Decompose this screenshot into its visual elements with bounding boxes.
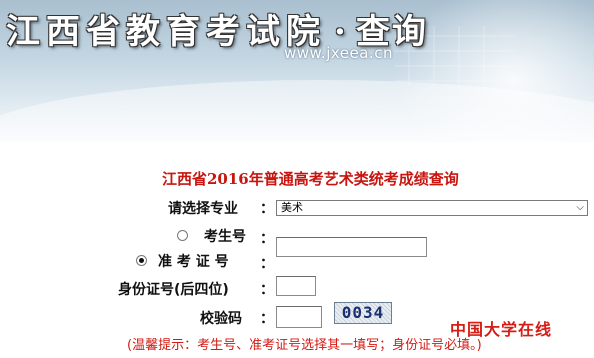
exam-no-colon: ： [260, 231, 274, 247]
exam-no-input[interactable] [276, 237, 427, 257]
major-select-value: 美术 [281, 201, 303, 214]
captcha-image[interactable]: 0034 [334, 302, 392, 324]
site-title-name: 江西省教育考试院 [6, 12, 326, 52]
id-last4-label: 身份证号(后四位) [118, 282, 229, 298]
admission-ticket-colon: ： [260, 256, 274, 272]
id-last4-input[interactable] [276, 276, 316, 296]
page-title: 江西省2016年普通高考艺术类统考成绩查询 [162, 170, 459, 188]
captcha-input[interactable] [276, 306, 322, 328]
watermark-logo: 中国大学在线 [450, 320, 553, 339]
site-url: www.jxeea.cn [284, 44, 393, 62]
exam-no-label: 考生号 [204, 229, 246, 245]
id-last4-colon: ： [260, 282, 274, 298]
major-select[interactable]: 美术 ⌵ [276, 200, 588, 216]
major-colon: ： [260, 201, 274, 217]
captcha-label: 校验码 [200, 311, 242, 327]
captcha-colon: ： [260, 311, 274, 327]
exam-no-radio[interactable] [177, 230, 188, 241]
hint-text: (温馨提示：考生号、准考证号选择其一填写；身份证号必填。) [127, 338, 482, 353]
major-label: 请选择专业 [168, 201, 238, 217]
admission-ticket-label: 准 考 证 号 [158, 254, 229, 270]
header-banner: 江西省教育考试院 · 查询 www.jxeea.cn [0, 0, 594, 142]
chevron-down-icon: ⌵ [576, 202, 584, 213]
admission-ticket-radio[interactable] [136, 255, 147, 266]
